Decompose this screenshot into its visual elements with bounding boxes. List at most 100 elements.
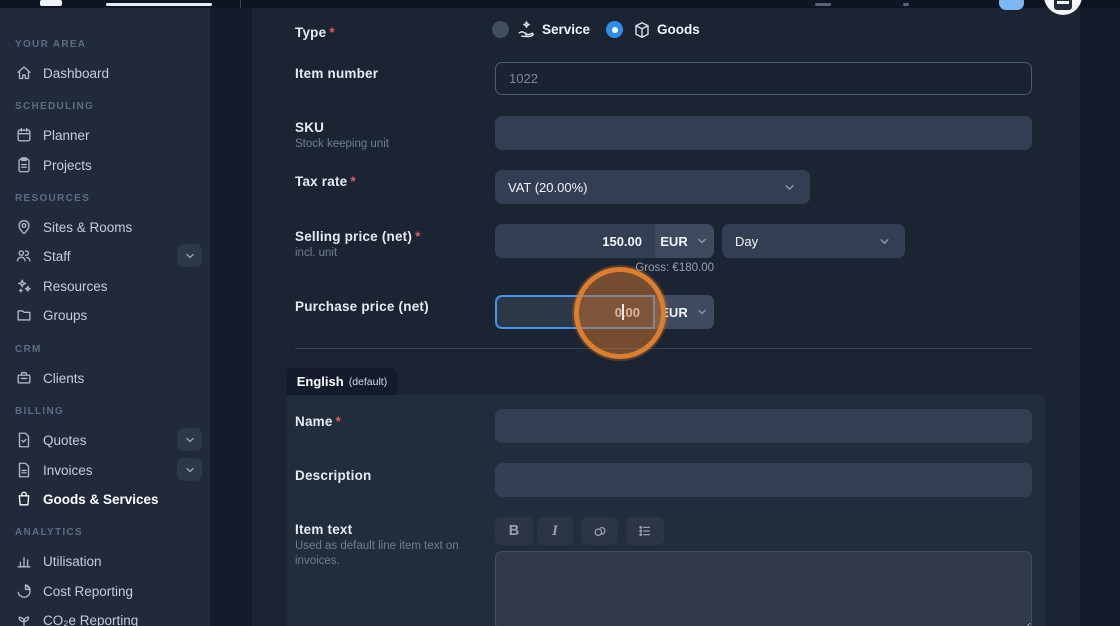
- folder-icon: [15, 306, 33, 324]
- description-label: Description: [295, 468, 371, 483]
- clipboard-icon: [15, 156, 33, 174]
- topbar-divider: [240, 0, 241, 8]
- text-caret: [622, 304, 624, 320]
- people-icon: [15, 247, 33, 265]
- sidebar-item-label: Resources: [43, 279, 108, 294]
- sidebar-item-sites-rooms[interactable]: Sites & Rooms: [0, 213, 210, 241]
- required-asterisk: *: [415, 229, 420, 244]
- sku-input[interactable]: [495, 116, 1032, 150]
- sidebar-item-label: Projects: [43, 158, 92, 173]
- sidebar-item-label: Goods & Services: [43, 492, 159, 507]
- sidebar-item-goods-services[interactable]: Goods & Services: [0, 485, 210, 513]
- selling-currency-value: EUR: [660, 234, 687, 249]
- tab-default-suffix: (default): [349, 376, 388, 388]
- sidebar-item-planner[interactable]: Planner: [0, 121, 210, 149]
- package-box-icon: [632, 20, 652, 40]
- sidebar-item-dashboard[interactable]: Dashboard: [0, 59, 210, 87]
- sidebar-item-cost-reporting[interactable]: Cost Reporting: [0, 577, 210, 605]
- goods-radio[interactable]: [606, 21, 623, 38]
- chevron-down-icon: [782, 180, 797, 195]
- sidebar-item-quotes[interactable]: Quotes: [0, 426, 210, 454]
- sidebar-item-label: Cost Reporting: [43, 584, 133, 599]
- sidebar-navigation: YOUR AREA Dashboard SCHEDULING Planner P…: [0, 8, 210, 626]
- sidebar-section-your-area: YOUR AREA: [15, 39, 86, 50]
- chevron-down-icon: [877, 234, 892, 249]
- topbar-menu-fragment: [815, 3, 831, 6]
- sidebar-item-label: CO₂e Reporting: [43, 613, 138, 626]
- purchase-price-input[interactable]: [495, 295, 655, 329]
- sidebar-item-projects[interactable]: Projects: [0, 151, 210, 179]
- sidebar-section-resources: RESOURCES: [15, 193, 90, 204]
- purchase-price-label: Purchase price (net): [295, 299, 429, 314]
- chevron-down-icon: [695, 234, 709, 248]
- sidebar-item-label: Groups: [43, 308, 87, 323]
- pie-chart-icon: [15, 582, 33, 600]
- chevron-down-icon: [695, 305, 709, 319]
- sku-sublabel: Stock keeping unit: [295, 137, 389, 152]
- goods-services-edit-page: YOUR AREA Dashboard SCHEDULING Planner P…: [0, 0, 1120, 626]
- tab-english-default[interactable]: English (default): [287, 368, 397, 395]
- sku-label: SKU: [295, 120, 324, 135]
- service-radio[interactable]: [492, 21, 509, 38]
- item-text-sublabel: Used as default line item text on invoic…: [295, 539, 480, 569]
- gross-price-text: Gross: €180.00: [500, 262, 714, 274]
- staff-expand-button[interactable]: [177, 244, 202, 267]
- required-asterisk: *: [329, 25, 334, 40]
- invoices-expand-button[interactable]: [177, 458, 202, 481]
- item-text-label: Item text: [295, 522, 352, 537]
- section-divider: [295, 348, 1032, 349]
- tab-label: English: [297, 374, 344, 389]
- selling-currency-select[interactable]: EUR: [655, 224, 714, 258]
- name-input[interactable]: [495, 409, 1032, 443]
- shopping-bag-icon: [15, 490, 33, 508]
- sidebar-item-utilisation[interactable]: Utilisation: [0, 547, 210, 575]
- app-logo-icon: [40, 0, 62, 6]
- quotes-expand-button[interactable]: [177, 428, 202, 451]
- sidebar-item-label: Staff: [43, 249, 71, 264]
- sidebar-section-scheduling: SCHEDULING: [15, 101, 94, 112]
- briefcase-icon: [15, 369, 33, 387]
- file-text-icon: [15, 461, 33, 479]
- goods-radio-label[interactable]: Goods: [657, 22, 700, 37]
- unit-value: Day: [735, 234, 758, 249]
- purchase-currency-select[interactable]: EUR: [655, 295, 714, 329]
- tax-rate-select[interactable]: VAT (20.00%): [495, 170, 810, 204]
- calendar-icon: [15, 126, 33, 144]
- chevron-down-icon: [183, 433, 197, 447]
- service-hand-icon: [516, 19, 537, 40]
- unit-select[interactable]: Day: [722, 224, 905, 258]
- sidebar-item-invoices[interactable]: Invoices: [0, 456, 210, 484]
- chevron-down-icon: [183, 249, 197, 263]
- bullet-list-icon: [637, 523, 653, 539]
- selling-price-sublabel: incl. unit: [295, 246, 337, 261]
- sidebar-item-resources[interactable]: Resources: [0, 272, 210, 300]
- sidebar-item-clients[interactable]: Clients: [0, 364, 210, 392]
- sparkles-icon: [15, 277, 33, 295]
- italic-button[interactable]: I: [537, 517, 573, 545]
- sidebar-section-billing: BILLING: [15, 406, 64, 417]
- topbar-accent-toggle[interactable]: [999, 0, 1024, 10]
- sidebar-item-label: Planner: [43, 128, 90, 143]
- sidebar-item-co2e-reporting[interactable]: CO₂e Reporting: [0, 606, 210, 626]
- map-pin-icon: [15, 218, 33, 236]
- topbar-menu-fragment: [903, 3, 909, 6]
- chevron-down-icon: [183, 463, 197, 477]
- type-radio-group: Service Goods: [492, 19, 700, 40]
- sidebar-section-crm: CRM: [15, 344, 42, 355]
- sidebar-item-staff[interactable]: Staff: [0, 242, 210, 270]
- bold-button[interactable]: B: [495, 517, 533, 545]
- service-radio-label[interactable]: Service: [542, 22, 590, 37]
- purchase-currency-value: EUR: [660, 305, 687, 320]
- sidebar-item-label: Dashboard: [43, 66, 109, 81]
- sidebar-item-groups[interactable]: Groups: [0, 301, 210, 329]
- sidebar-item-label: Invoices: [43, 463, 93, 478]
- description-input[interactable]: [495, 463, 1032, 497]
- bullet-list-button[interactable]: [626, 517, 664, 545]
- selling-price-input[interactable]: [495, 224, 655, 258]
- type-label: Type*: [295, 25, 335, 40]
- tax-rate-label: Tax rate*: [295, 174, 356, 189]
- selling-price-label: Selling price (net)*: [295, 229, 421, 244]
- link-button[interactable]: [581, 517, 618, 545]
- item-text-editor[interactable]: [495, 551, 1032, 626]
- item-number-input[interactable]: [495, 62, 1032, 95]
